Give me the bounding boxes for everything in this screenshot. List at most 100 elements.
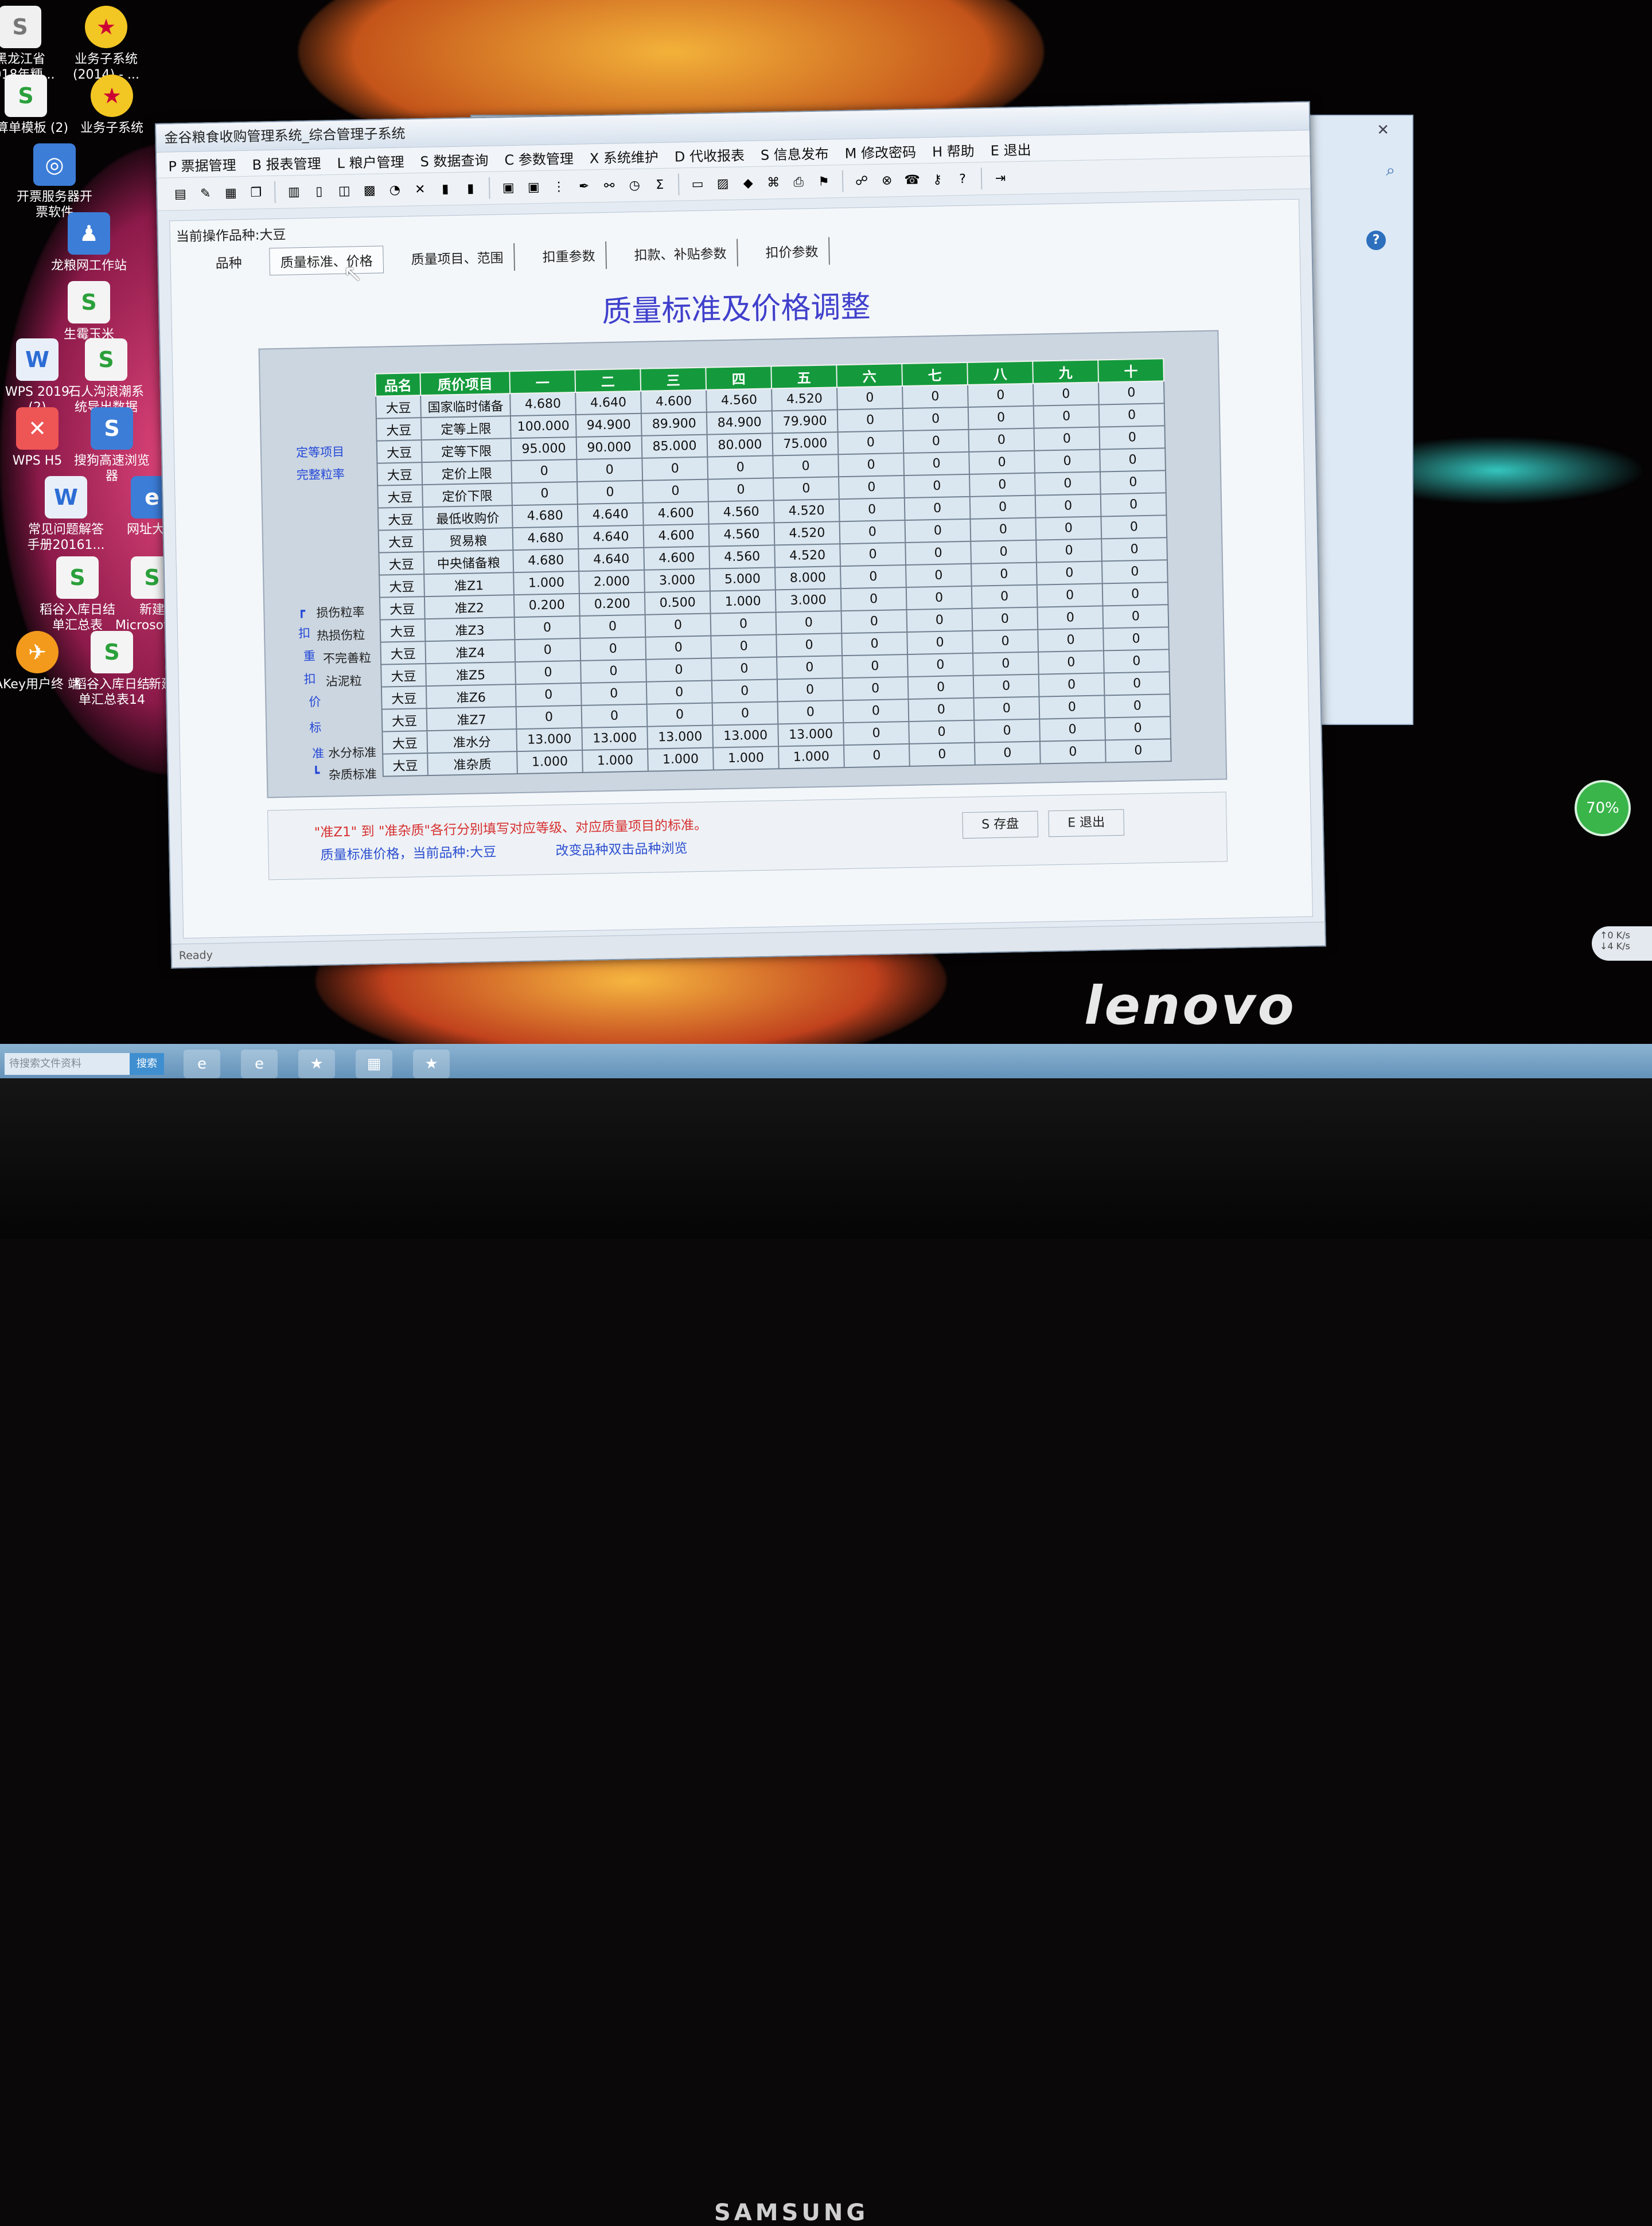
- grade-value-cell[interactable]: 0: [580, 659, 646, 683]
- taskbar-search-button[interactable]: 搜索: [130, 1053, 164, 1075]
- grade-value-cell[interactable]: 5.000: [710, 567, 776, 591]
- quality-item-cell[interactable]: 定价上限: [422, 461, 512, 485]
- grade-value-cell[interactable]: 0: [970, 517, 1037, 541]
- grade-value-cell[interactable]: 0: [711, 657, 777, 681]
- grade-value-cell[interactable]: 0: [903, 451, 970, 476]
- grade-value-cell[interactable]: 0: [712, 701, 778, 726]
- grade-value-cell[interactable]: 0: [512, 481, 578, 506]
- grade-value-cell[interactable]: 4.600: [641, 389, 707, 414]
- grade-value-cell[interactable]: 3.000: [775, 588, 841, 613]
- grade-value-cell[interactable]: 0: [511, 459, 578, 484]
- grade-value-cell[interactable]: 0: [974, 719, 1040, 743]
- column-header[interactable]: 九: [1032, 360, 1098, 384]
- grade-value-cell[interactable]: 0: [969, 495, 1036, 519]
- tree-icon[interactable]: ⌘: [763, 172, 784, 193]
- quality-item-cell[interactable]: 定等上限: [420, 416, 511, 440]
- desktop-icon[interactable]: S 稻谷入库日结 单汇总表: [34, 556, 120, 633]
- crop-name-cell[interactable]: 大豆: [376, 418, 422, 441]
- grade-value-cell[interactable]: 0: [907, 675, 974, 699]
- taskbar-app-icon[interactable]: ★: [413, 1050, 450, 1078]
- sheet-icon[interactable]: ▩: [359, 180, 380, 201]
- desktop-icon[interactable]: ◎ 开票服务器开 票软件: [11, 143, 98, 220]
- menu-item[interactable]: S 数据查询: [420, 149, 489, 170]
- grade-value-cell[interactable]: 0: [707, 455, 774, 479]
- grade-value-cell[interactable]: 4.640: [577, 502, 644, 527]
- column-header[interactable]: 四: [706, 366, 772, 390]
- grade-value-cell[interactable]: 4.640: [578, 547, 645, 571]
- quality-item-cell[interactable]: 准Z2: [424, 595, 515, 619]
- crop-name-cell[interactable]: 大豆: [381, 708, 427, 732]
- column-header[interactable]: 二: [575, 368, 641, 393]
- grade-value-cell[interactable]: 4.520: [774, 521, 840, 545]
- grade-value-cell[interactable]: 0: [968, 383, 1034, 407]
- grade-value-cell[interactable]: 0: [973, 674, 1039, 698]
- grade-value-cell[interactable]: 0: [646, 703, 713, 727]
- grade-value-cell[interactable]: 0: [837, 431, 904, 455]
- tab-5[interactable]: 扣价参数: [755, 237, 830, 266]
- crop-name-cell[interactable]: 大豆: [379, 574, 424, 598]
- column-header[interactable]: 八: [967, 361, 1033, 385]
- crop-name-cell[interactable]: 大豆: [381, 664, 426, 687]
- quality-item-cell[interactable]: 准Z6: [426, 684, 516, 709]
- menu-item[interactable]: P 票据管理: [168, 154, 236, 175]
- grade-value-cell[interactable]: 0: [908, 697, 975, 722]
- help-icon[interactable]: ?: [952, 169, 973, 190]
- grade-value-cell[interactable]: 89.900: [641, 412, 707, 436]
- grade-value-cell[interactable]: 4.560: [709, 545, 776, 569]
- grade-value-cell[interactable]: 0: [1035, 516, 1102, 540]
- grade-value-cell[interactable]: 0: [1102, 605, 1169, 629]
- quality-item-cell[interactable]: 贸易粮: [423, 528, 513, 552]
- grade-value-cell[interactable]: 4.680: [512, 504, 578, 528]
- quality-item-cell[interactable]: 国家临时储备: [420, 393, 511, 418]
- grade-value-cell[interactable]: 4.600: [644, 546, 710, 570]
- grade-value-cell[interactable]: 4.520: [773, 499, 840, 523]
- grade-value-cell[interactable]: 0: [711, 679, 778, 703]
- grid-icon[interactable]: ▦: [220, 182, 241, 204]
- grade-value-cell[interactable]: 0: [1036, 539, 1102, 563]
- grade-value-cell[interactable]: 100.000: [510, 415, 576, 439]
- grade-value-cell[interactable]: 0: [907, 630, 973, 654]
- menu-item[interactable]: E 退出: [990, 138, 1031, 159]
- crop-name-cell[interactable]: 大豆: [380, 641, 426, 665]
- grade-value-cell[interactable]: 0: [1037, 606, 1104, 630]
- grade-value-cell[interactable]: 0: [773, 477, 839, 501]
- exit-button[interactable]: E 退出: [1048, 809, 1125, 837]
- grade-value-cell[interactable]: 80.000: [707, 433, 773, 457]
- grade-value-cell[interactable]: 0: [972, 607, 1038, 631]
- grade-value-cell[interactable]: 0: [837, 386, 903, 410]
- calc-2-icon[interactable]: ▣: [523, 177, 544, 198]
- grade-value-cell[interactable]: 0: [906, 608, 973, 632]
- help-icon[interactable]: ?: [1366, 231, 1386, 250]
- grade-value-cell[interactable]: 79.900: [772, 410, 838, 434]
- grade-value-cell[interactable]: 0: [645, 613, 711, 637]
- grade-value-cell[interactable]: 0: [777, 700, 844, 724]
- grade-value-cell[interactable]: 0: [1098, 381, 1164, 405]
- desktop-icon[interactable]: ♟ 龙粮网工作站: [46, 212, 132, 274]
- stop-icon[interactable]: ⊗: [876, 170, 898, 191]
- crop-name-cell[interactable]: 大豆: [381, 686, 427, 709]
- quality-item-cell[interactable]: 定价下限: [422, 483, 512, 508]
- taskbar-app-icon[interactable]: ▦: [356, 1050, 392, 1078]
- grade-value-cell[interactable]: 13.000: [712, 724, 779, 748]
- grade-value-cell[interactable]: 0: [581, 704, 648, 728]
- crop-name-cell[interactable]: 大豆: [383, 753, 428, 777]
- grade-value-cell[interactable]: 1.000: [713, 746, 779, 770]
- crop-name-cell[interactable]: 大豆: [376, 395, 421, 419]
- grade-value-cell[interactable]: 4.680: [512, 526, 579, 551]
- grade-value-cell[interactable]: 0: [1033, 404, 1100, 428]
- phone-icon[interactable]: ☎: [902, 169, 923, 190]
- grade-value-cell[interactable]: 0: [1035, 494, 1101, 518]
- quality-item-cell[interactable]: 准水分: [427, 729, 517, 754]
- grade-value-cell[interactable]: 0: [777, 656, 843, 680]
- grade-value-cell[interactable]: 0: [515, 683, 582, 707]
- quality-item-cell[interactable]: 准Z7: [426, 707, 517, 731]
- grade-value-cell[interactable]: 0: [837, 408, 903, 432]
- grade-value-cell[interactable]: 0: [841, 631, 908, 656]
- taskbar-ie-icon[interactable]: e: [184, 1050, 220, 1078]
- grade-value-cell[interactable]: 0: [906, 586, 972, 610]
- key-icon[interactable]: ⚷: [927, 169, 948, 190]
- grade-value-cell[interactable]: 0: [1038, 650, 1104, 675]
- grade-value-cell[interactable]: 0: [1102, 582, 1168, 606]
- exit-door-icon[interactable]: ⇥: [990, 167, 1011, 189]
- edit-icon[interactable]: ✎: [195, 183, 216, 204]
